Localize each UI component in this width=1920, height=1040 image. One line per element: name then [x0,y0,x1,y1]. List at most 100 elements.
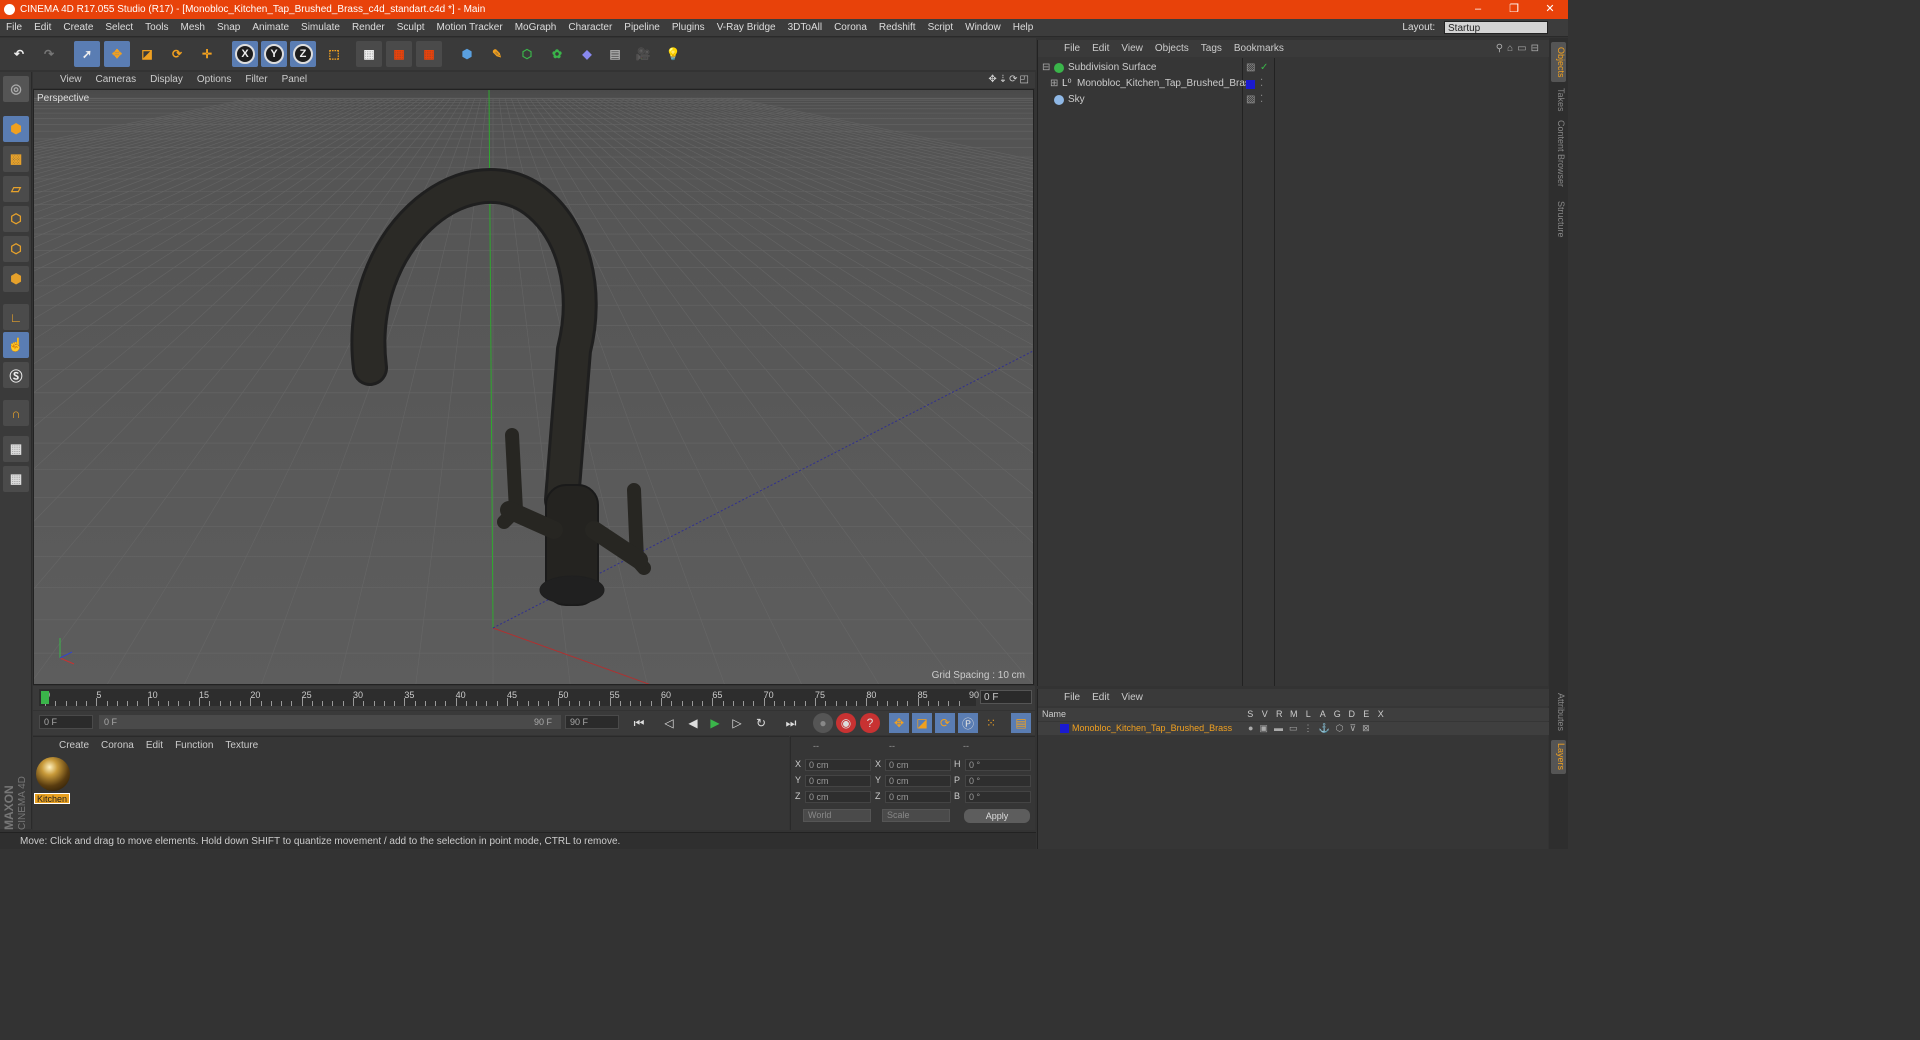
floor-environment-icon[interactable]: ▤ [602,41,628,67]
live-selection-icon[interactable]: ➚ [74,41,100,67]
y-axis-lock-button[interactable]: Y [261,41,287,67]
viewport-navigation-icons[interactable]: ✥⇣⟳◰ [988,72,1031,88]
visibility-dots-icon[interactable]: ⁚ [1260,76,1263,92]
object-menu-tags[interactable]: Tags [1195,40,1228,57]
record-scale-icon[interactable]: ◪ [912,713,932,733]
tweak-mode-icon[interactable]: ☝ [3,332,29,358]
points-mode-icon[interactable]: ⬡ [3,206,29,232]
record-point-level-icon[interactable]: ⁙ [981,713,1001,733]
menu-character[interactable]: Character [562,19,618,37]
model-mode-icon[interactable]: ⬢ [3,116,29,142]
go-to-end-icon[interactable]: ⏭ [781,713,801,733]
tab-content-browser[interactable]: Content Browser [1551,118,1566,190]
transform-tool-icon[interactable]: ✛ [194,41,220,67]
menu-snap[interactable]: Snap [211,19,246,37]
planar-workplane-icon[interactable]: ▦ [3,466,29,492]
menu-animate[interactable]: Animate [246,19,295,37]
undo-icon[interactable]: ↶ [6,41,32,67]
coord-value-field[interactable]: 0 cm [805,759,871,771]
subdivision-generator-icon[interactable]: ⬡ [514,41,540,67]
viewport-menu-cameras[interactable]: Cameras [89,72,144,88]
object-manager-search-home-icons[interactable]: ⚲⌂▭⊟ [1496,40,1543,57]
move-tool-icon[interactable]: ✥ [104,41,130,67]
deformer-icon[interactable]: ◆ [574,41,600,67]
next-key-icon[interactable]: ↻ [751,713,771,733]
magnet-icon[interactable]: ∩ [3,400,29,426]
tab-structure[interactable]: Structure [1551,196,1566,242]
layer-menu-file[interactable]: File [1058,689,1086,706]
object-menu-bookmarks[interactable]: Bookmarks [1228,40,1290,57]
material-menu-function[interactable]: Function [169,740,219,751]
viewport-menu-view[interactable]: View [53,72,89,88]
coord-value-field[interactable]: 0 ° [965,759,1031,771]
start-frame-field[interactable]: 0 F [39,715,93,729]
material-preview-swatch[interactable] [36,757,70,791]
timeline-ruler[interactable]: 051015202530354045505560657075808590 0 F [33,686,1035,710]
previous-key-icon[interactable]: ◁ [659,713,679,733]
render-picture-viewer-icon[interactable]: ▦ [386,41,412,67]
next-frame-icon[interactable]: ▷ [727,713,747,733]
previous-frame-icon[interactable]: ◀ [683,713,703,733]
perspective-viewport[interactable]: Perspective Grid Spacing : 10 cm [33,89,1034,685]
end-frame-field[interactable]: 90 F [565,715,619,729]
viewport-menu-panel[interactable]: Panel [275,72,315,88]
coord-value-field[interactable]: 0 ° [965,791,1031,803]
render-settings-icon[interactable]: ▦ [416,41,442,67]
coordinate-system-icon[interactable]: ⬚ [321,41,347,67]
record-parameter-icon[interactable]: Ⓟ [958,713,978,733]
coord-value-field[interactable]: 0 cm [885,775,951,787]
viewport-menu-display[interactable]: Display [143,72,190,88]
material-menu-edit[interactable]: Edit [140,740,169,751]
object-menu-edit[interactable]: Edit [1086,40,1115,57]
minimize-button[interactable]: – [1460,0,1496,19]
layer-menu-edit[interactable]: Edit [1086,689,1115,706]
edges-mode-icon[interactable]: ⬡ [3,236,29,262]
axis-mode-icon[interactable]: ∟ [3,304,29,330]
layout-selector[interactable]: Layout: Startup [1402,19,1548,37]
menu-pipeline[interactable]: Pipeline [618,19,666,37]
menu-motion-tracker[interactable]: Motion Tracker [431,19,509,37]
render-view-icon[interactable]: ▦ [356,41,382,67]
layer-color-swatch[interactable] [1060,724,1069,733]
menu-mesh[interactable]: Mesh [175,19,211,37]
make-editable-icon[interactable]: ◎ [3,76,29,102]
menu-3dtoall[interactable]: 3DToAll [782,19,828,37]
menu-mograph[interactable]: MoGraph [509,19,563,37]
coord-value-field[interactable]: 0 ° [965,775,1031,787]
menu-redshift[interactable]: Redshift [873,19,922,37]
tag-icon[interactable]: ▨ [1246,92,1255,108]
playhead[interactable] [41,691,49,704]
menu-v-ray-bridge[interactable]: V-Ray Bridge [711,19,782,37]
polygons-mode-icon[interactable]: ⬢ [3,266,29,292]
layer-row[interactable]: Monobloc_Kitchen_Tap_Brushed_Brass ●▣▬▭⋮… [1038,722,1549,735]
viewport-menu-filter[interactable]: Filter [238,72,274,88]
menu-help[interactable]: Help [1007,19,1040,37]
tab-objects[interactable]: Objects [1551,42,1566,82]
menu-corona[interactable]: Corona [828,19,873,37]
enabled-check-icon[interactable]: ✓ [1260,60,1268,76]
viewport-menu-options[interactable]: Options [190,72,238,88]
object-menu-view[interactable]: View [1115,40,1149,57]
menu-simulate[interactable]: Simulate [295,19,346,37]
apply-button[interactable]: Apply [964,809,1030,823]
menu-tools[interactable]: Tools [139,19,174,37]
menu-sculpt[interactable]: Sculpt [391,19,431,37]
tag-icon[interactable]: ▨ [1246,60,1255,76]
record-rotation-icon[interactable]: ⟳ [935,713,955,733]
workplane-mode-icon[interactable]: ▱ [3,176,29,202]
record-position-icon[interactable]: ✥ [889,713,909,733]
coordinate-mode-dropdown[interactable]: Scale [882,809,950,822]
array-cloner-icon[interactable]: ✿ [544,41,570,67]
material-name-label[interactable]: Kitchen [34,793,70,804]
menu-render[interactable]: Render [346,19,391,37]
pen-spline-icon[interactable]: ✎ [484,41,510,67]
record-active-objects-icon[interactable]: ● [813,713,833,733]
texture-mode-icon[interactable]: ▩ [3,146,29,172]
restore-button[interactable]: ❐ [1496,0,1532,19]
menu-edit[interactable]: Edit [28,19,57,37]
material-menu-texture[interactable]: Texture [219,740,264,751]
current-frame-field[interactable]: 0 F [980,690,1032,704]
tab-layers[interactable]: Layers [1551,740,1566,774]
layer-color-swatch[interactable] [1246,80,1255,89]
autokeying-icon[interactable]: ◉ [836,713,856,733]
